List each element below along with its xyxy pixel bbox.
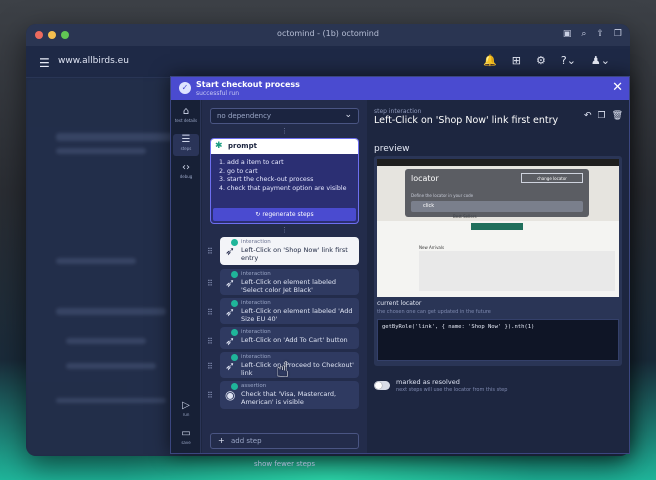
eye-icon: ◉: [225, 388, 236, 402]
copy-icon[interactable]: ❐: [597, 111, 605, 121]
search-icon[interactable]: ⌕: [581, 29, 586, 39]
code-icon: ‹›: [182, 162, 190, 173]
drag-handle-icon[interactable]: ⠿: [207, 279, 213, 288]
close-icon[interactable]: ✕: [612, 80, 623, 95]
help-icon[interactable]: ?⌄: [561, 54, 576, 67]
panel-header: ✓ Start checkout process successful run …: [171, 77, 629, 100]
bell-icon[interactable]: 🔔: [483, 54, 497, 67]
connector-icon: ⋮: [281, 127, 288, 135]
step-item[interactable]: ⠿ ➶ interaction Left-Click on 'Proceed t…: [207, 352, 359, 378]
drag-handle-icon[interactable]: ⠿: [207, 362, 213, 371]
cursor-click-icon: ➶: [225, 359, 236, 373]
nav-test-details[interactable]: ⌂ test details: [173, 106, 199, 128]
drag-handle-icon[interactable]: ⠿: [207, 308, 213, 317]
cursor-click-icon: ➶: [225, 305, 236, 319]
locator-title: locator: [411, 174, 439, 183]
nav-debug[interactable]: ‹› debug: [173, 162, 199, 184]
preview-section: New Arrivals: [419, 245, 445, 250]
regenerate-steps-button[interactable]: ↻ regenerate steps: [213, 208, 356, 221]
drag-handle-icon[interactable]: ⠿: [207, 247, 213, 256]
status-badge: [231, 300, 238, 307]
panel-title: Start checkout process: [196, 80, 300, 89]
share-icon[interactable]: ⇪: [596, 29, 604, 39]
step-item[interactable]: ⠿ ◉ assertion Check that 'Visa, Masterca…: [207, 381, 359, 409]
step-item[interactable]: ⠿ ➶ interaction Left-Click on element la…: [207, 269, 359, 295]
status-badge: [231, 383, 238, 390]
test-editor-panel: ✓ Start checkout process successful run …: [170, 76, 630, 468]
step-detail: step interaction Left-Click on 'Shop Now…: [368, 100, 629, 453]
tabs-icon[interactable]: ❐: [614, 29, 622, 39]
status-badge: [231, 354, 238, 361]
locator-code-editor[interactable]: getByRole('link', { name: 'Shop Now' }).…: [377, 319, 619, 361]
prompt-card: ✱ prompt 1. add a item to cart 2. go to …: [210, 138, 359, 224]
menu-icon[interactable]: ☰: [39, 56, 50, 70]
change-locator-button[interactable]: change locator: [521, 173, 583, 183]
cursor-click-icon: ➶: [225, 276, 236, 290]
steps-icon: ☰: [181, 134, 191, 145]
show-fewer-steps-link[interactable]: show fewer steps: [202, 460, 367, 468]
sidebar-icon[interactable]: ▣: [563, 29, 572, 39]
connector-icon: ⋮: [281, 226, 288, 234]
step-kind: step interaction: [374, 108, 422, 115]
dependency-select[interactable]: no dependency ⌄: [210, 108, 359, 124]
nav-save[interactable]: ▭ save: [173, 428, 199, 450]
status-badge: [231, 329, 238, 336]
cursor-click-icon: ➶: [225, 244, 236, 258]
step-item[interactable]: ⠿ ➶ interaction Left-Click on element la…: [207, 298, 359, 324]
check-circle-icon: ✓: [179, 82, 191, 94]
preview-container: Best Sellers New Arrivals locator change…: [374, 156, 622, 366]
panel-sidenav: ⌂ test details ☰ steps ‹› debug ▷ run ▭ …: [171, 100, 201, 453]
resolved-label: marked as resolved: [396, 378, 460, 386]
status-badge: [231, 239, 238, 246]
play-icon: ▷: [182, 400, 190, 411]
octomind-icon: ✱: [215, 141, 223, 151]
step-item[interactable]: ⠿ ➶ interaction Left-Click on 'Add To Ca…: [207, 327, 359, 349]
locator-overlay: locator change locator Define the locato…: [405, 169, 589, 217]
status-badge: [231, 271, 238, 278]
prompt-text[interactable]: 1. add a item to cart 2. go to cart 3. s…: [211, 154, 358, 198]
gear-icon[interactable]: ⚙: [536, 54, 546, 67]
locator-select[interactable]: click: [411, 201, 583, 212]
locator-placeholder: Define the locator in your code: [411, 193, 474, 198]
gift-icon[interactable]: ⊞: [512, 54, 521, 67]
plus-icon: +: [218, 436, 225, 445]
steps-column: no dependency ⌄ ⋮ ✱ prompt 1. add a item…: [202, 100, 367, 468]
drag-handle-icon[interactable]: ⠿: [207, 337, 213, 346]
add-step-button[interactable]: + add step: [210, 433, 359, 449]
drag-handle-icon[interactable]: ⠿: [207, 391, 213, 400]
save-icon: ▭: [181, 428, 191, 439]
app-bar: ☰ www.allbirds.eu 🔔 ⊞ ⚙ ?⌄ ♟⌄: [26, 46, 630, 78]
nav-steps[interactable]: ☰ steps: [173, 134, 199, 156]
current-locator-label: current locator: [377, 300, 422, 307]
chevron-down-icon: ⌄: [344, 110, 352, 120]
resolved-description: next steps will use the locator from thi…: [396, 387, 508, 393]
window-title: octomind - (1b) octomind: [277, 29, 379, 38]
cursor-click-icon: ➶: [225, 334, 236, 348]
step-title: Left-Click on 'Shop Now' link first entr…: [374, 115, 559, 126]
user-icon[interactable]: ♟⌄: [591, 54, 610, 67]
panel-subtitle: successful run: [196, 90, 240, 97]
undo-icon[interactable]: ↶: [584, 111, 592, 121]
prompt-title: prompt: [228, 142, 257, 150]
preview-label: preview: [374, 144, 410, 154]
trash-icon[interactable]: 🗑: [612, 111, 623, 121]
hand-cursor-icon: ☝: [276, 358, 290, 383]
title-bar: octomind - (1b) octomind ▣ ⌕ ⇪ ❐: [26, 24, 630, 46]
home-icon: ⌂: [182, 106, 190, 117]
current-locator-hint: the chosen one can get updated in the fu…: [377, 309, 491, 315]
resolved-toggle[interactable]: [374, 381, 390, 390]
url-text: www.allbirds.eu: [58, 56, 129, 66]
nav-run[interactable]: ▷ run: [173, 400, 199, 422]
step-item[interactable]: ⠿ ➶ interaction Left-Click on 'Shop Now'…: [207, 237, 359, 265]
preview-screenshot: Best Sellers New Arrivals locator change…: [377, 159, 619, 297]
